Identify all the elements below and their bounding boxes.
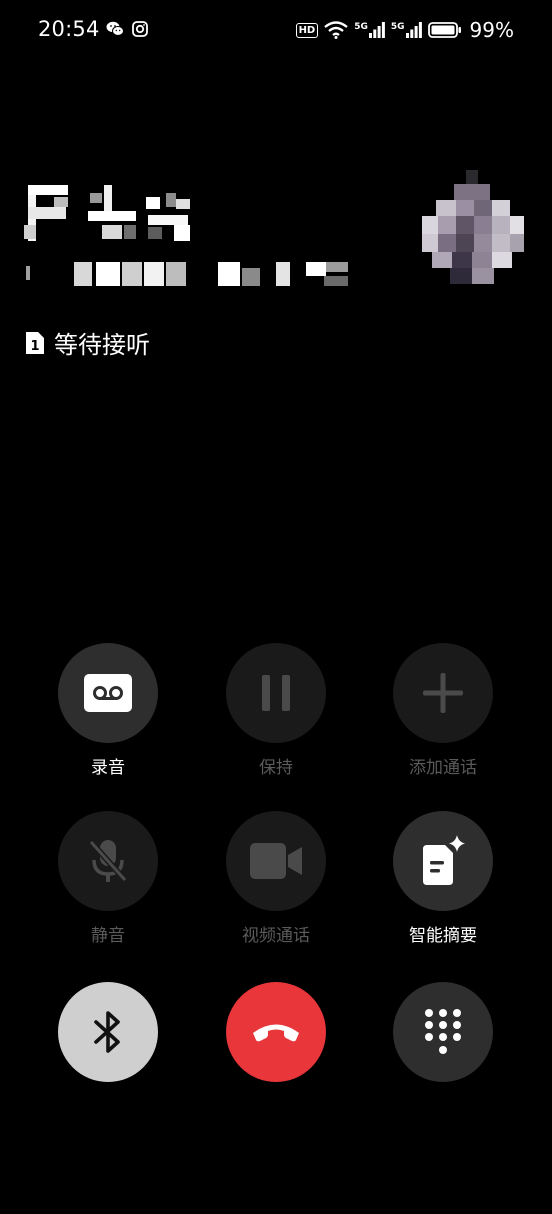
add-call-icon [423,673,463,713]
instagram-icon [132,21,148,37]
bluetooth-icon [94,1011,120,1053]
hd-voice-badge: HD [295,22,319,38]
video-call-label: 视频通话 [242,926,310,946]
network-type-1: 5G [354,22,368,32]
wifi-icon [324,21,348,39]
dialpad-button[interactable] [393,982,493,1082]
call-status: 1 等待接听 [24,325,150,360]
status-time: 20:54 [38,17,100,41]
mute-button-circle[interactable] [58,811,158,911]
hold-button[interactable]: 保持 [211,643,341,778]
record-icon [84,674,132,712]
smart-summary-button[interactable]: 智能摘要 [378,811,508,946]
record-button-circle[interactable] [58,643,158,743]
pause-icon [262,675,290,711]
smart-summary-icon [423,835,465,885]
mute-button[interactable]: 静音 [43,811,173,946]
smart-summary-button-circle[interactable] [393,811,493,911]
wechat-icon [106,21,124,36]
sim-slot-number: 1 [30,339,39,354]
mute-icon [88,839,128,883]
record-button[interactable]: 录音 [43,643,173,778]
call-status-text: 等待接听 [54,331,150,359]
sim-card-icon: 1 [26,331,44,354]
hang-up-icon [253,1024,299,1042]
add-call-label: 添加通话 [409,758,477,778]
signal-1-group: 5G [354,22,385,38]
dialpad-icon [425,1009,461,1054]
hold-button-circle[interactable] [226,643,326,743]
battery-percent: 99% [469,18,514,42]
smart-summary-label: 智能摘要 [409,926,477,946]
network-type-2: 5G [390,22,405,32]
record-label: 录音 [91,758,125,778]
hold-label: 保持 [259,758,293,778]
caller-name-redacted [24,185,190,241]
end-call-button[interactable] [226,982,326,1082]
status-right-group: HD 5G 5G 99% [295,18,514,42]
video-call-button-circle[interactable] [226,811,326,911]
video-icon [250,843,302,879]
add-call-button[interactable]: 添加通话 [378,643,508,778]
signal-bars-2-icon [405,22,422,38]
avatar [422,170,524,284]
signal-2-group: 5G [391,22,422,38]
notification-icons [106,21,148,37]
signal-bars-1-icon [368,22,385,38]
video-call-button[interactable]: 视频通话 [211,811,341,946]
mute-label: 静音 [91,926,125,946]
status-bar: 20:54 HD 5G 5G 99% [0,0,552,62]
caller-number-redacted [26,262,348,286]
add-call-button-circle[interactable] [393,643,493,743]
bluetooth-button[interactable] [58,982,158,1082]
battery-icon [427,22,461,38]
